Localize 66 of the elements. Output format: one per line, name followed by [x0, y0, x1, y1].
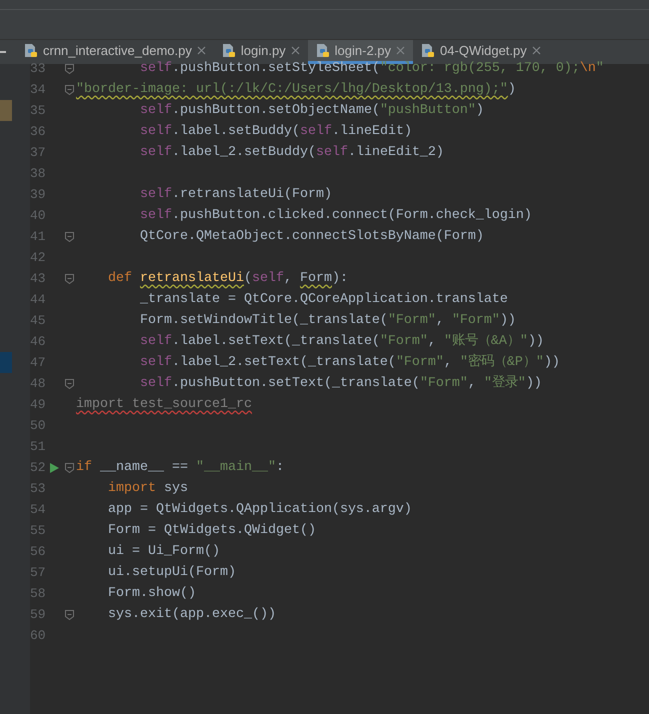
line-number: 33	[30, 60, 47, 78]
line-number: 42	[30, 248, 47, 267]
python-file-icon	[421, 43, 436, 58]
code-line: self.pushButton.setText(_translate("Form", "登录"))	[138, 374, 542, 392]
code-line: self.label_2.setText(_translate("Form", "密码（&P）"))	[138, 352, 560, 372]
line-number: 51	[30, 438, 47, 456]
line-number: 36	[30, 122, 47, 141]
line-number: 54	[30, 500, 47, 519]
code-line: QtCore.QMetaObject.connectSlotsByName(Form)	[138, 228, 484, 246]
close-icon[interactable]	[396, 46, 406, 55]
code-line: ui.setupUi(Form)	[106, 564, 236, 582]
close-icon[interactable]	[290, 46, 300, 55]
line-number: 41	[30, 228, 47, 246]
code-line: import sys	[106, 480, 188, 498]
line-number: 35	[30, 102, 47, 120]
line-number: 45	[30, 312, 47, 330]
line-number: 38	[30, 164, 47, 183]
code-line: if __name__ == "__main__":	[76, 458, 284, 476]
close-icon[interactable]	[196, 46, 206, 55]
fold-icon[interactable]	[65, 378, 74, 388]
line-number: 37	[30, 144, 47, 162]
python-file-icon	[24, 43, 38, 58]
code-line: sys.exit(app.exec_())	[106, 606, 276, 624]
fold-icon[interactable]	[65, 610, 74, 620]
line-number: 55	[30, 522, 47, 540]
line-number: 60	[30, 626, 47, 645]
fold-icon[interactable]	[65, 64, 74, 74]
fold-icon[interactable]	[65, 84, 74, 94]
code-line: Form.show()	[106, 584, 196, 602]
line-number: 34	[30, 80, 47, 99]
line-number: 57	[30, 564, 47, 582]
line-number: 56	[30, 542, 47, 561]
line-number: 44	[30, 290, 47, 309]
line-number: 52	[30, 458, 47, 477]
run-icon[interactable]	[50, 462, 59, 472]
line-number: 49	[30, 396, 47, 414]
code-line: app = QtWidgets.QApplication(sys.argv)	[106, 500, 412, 518]
line-number: 50	[30, 416, 47, 435]
fold-icon[interactable]	[65, 274, 74, 284]
code-line: self.label_2.setBuddy(self.lineEdit_2)	[138, 144, 444, 162]
code-line: Form = QtWidgets.QWidget()	[106, 522, 316, 540]
line-number: 58	[30, 584, 47, 603]
code-line: def retranslateUi(self, Form):	[106, 270, 348, 288]
code-line: self.pushButton.clicked.connect(Form.check_login)	[138, 206, 532, 224]
code-line: _translate = QtCore.QCoreApplication.translate	[138, 290, 508, 308]
python-file-icon	[222, 43, 236, 58]
line-number: 59	[30, 606, 47, 624]
fold-icon[interactable]	[65, 462, 74, 472]
fold-icon[interactable]	[65, 232, 74, 242]
code-line: ui = Ui_Form()	[106, 542, 220, 560]
code-line: self.retranslateUi(Form)	[138, 186, 332, 204]
line-number: 43	[30, 270, 47, 288]
close-icon[interactable]	[532, 46, 541, 55]
line-number: 53	[30, 480, 47, 498]
code-line: import test_source1_rc	[76, 396, 252, 414]
python-file-icon	[316, 43, 330, 58]
line-number: 46	[30, 332, 47, 351]
line-number: 39	[30, 186, 47, 204]
code-line: self.label.setText(_translate("Form", "账号（&A）"))	[138, 332, 544, 350]
line-number: 40	[30, 206, 47, 225]
line-number: 47	[30, 354, 47, 372]
code-line: self.pushButton.setObjectName("pushButton")	[138, 102, 484, 120]
code-line: self.label.setBuddy(self.lineEdit)	[138, 122, 412, 140]
line-number: 48	[30, 374, 47, 393]
code-line: Form.setWindowTitle(_translate("Form", "Form"))	[138, 312, 516, 330]
code-line: "border-image: url(:/lk/C:/Users/lhg/Desktop/13.png);")	[76, 80, 516, 98]
